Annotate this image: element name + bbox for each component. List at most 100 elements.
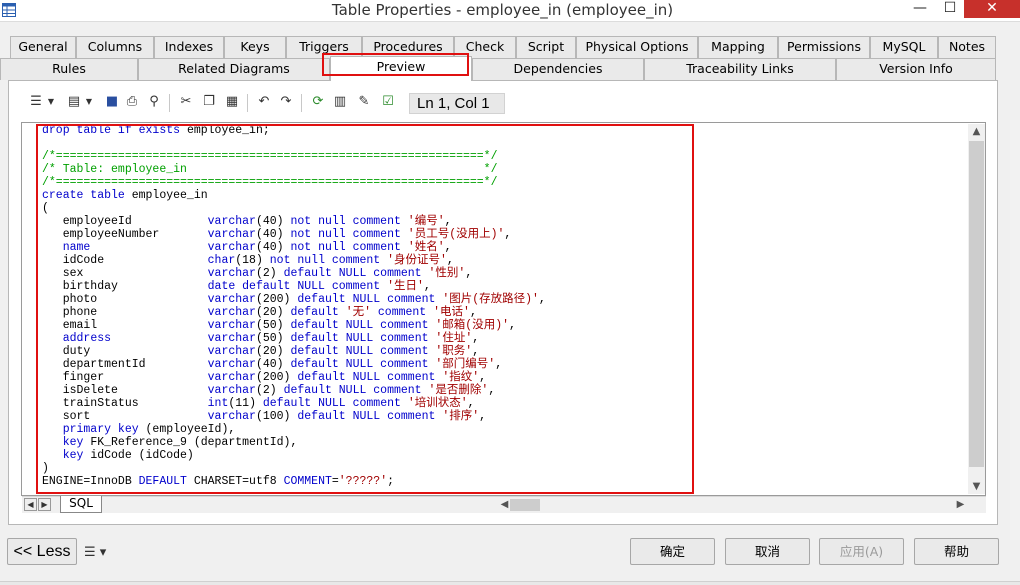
minimize-icon[interactable]: — [906,0,934,18]
code-token: (40) [255,215,291,228]
code-token: '邮箱(没用)' [435,319,510,332]
vertical-scrollbar[interactable]: ▲ ▼ [968,124,985,494]
horizontal-scroll-thumb[interactable] [510,499,540,511]
code-token: address [62,332,112,345]
tab-triggers[interactable]: Triggers [286,36,362,58]
code-token: create table [42,189,132,202]
find-icon[interactable]: ⚲ [145,93,163,111]
tab-mapping[interactable]: Mapping [698,36,778,58]
code-token: employee_in; [186,124,270,137]
code-token: not null comment [290,241,408,254]
scrollbar-thumb[interactable] [969,141,984,467]
code-token: varchar [207,410,256,423]
code-token: ) [42,462,49,475]
maximize-icon[interactable]: ☐ [936,0,964,18]
code-line: key FK_Reference_9 (departmentId), [42,436,962,449]
code-line: primary key (employeeId), [42,423,962,436]
code-token: , [509,319,516,332]
code-token: varchar [207,267,256,280]
code-token: (employeeId), [145,423,236,436]
view-icon[interactable]: ▥ [331,93,349,111]
help-button[interactable]: 帮助 [914,538,999,565]
sheet-next-icon[interactable]: ▶ [38,498,51,511]
ok-button[interactable]: 确定 [630,538,715,565]
check-icon[interactable]: ☑ [379,93,397,111]
code-token: , [488,384,496,397]
tab-keys[interactable]: Keys [224,36,286,58]
tab-dependencies[interactable]: Dependencies [472,58,644,80]
code-line: /*======================================… [42,150,962,163]
code-line: idCode char(18) not null comment '身份证号', [42,254,962,267]
code-token: employeeNumber [42,228,208,241]
tab-sql[interactable]: SQL [60,496,102,513]
tab-related-diagrams[interactable]: Related Diagrams [138,58,330,80]
cut-icon[interactable]: ✂ [177,93,195,111]
tab-permissions[interactable]: Permissions [778,36,870,58]
toolbar-separator [301,94,302,112]
copy-icon[interactable]: ❐ [200,93,218,111]
sheet-prev-icon[interactable]: ◀ [24,498,37,511]
code-token: FK_Reference_9 (departmentId), [90,436,298,449]
tab-indexes[interactable]: Indexes [154,36,224,58]
scroll-right-icon[interactable]: ▶ [952,499,969,510]
code-line: isDelete varchar(2) default NULL comment… [42,384,962,397]
code-token: '培训状态' [407,397,468,410]
tab-script[interactable]: Script [516,36,576,58]
code-token: varchar [207,241,256,254]
tab-traceability-links[interactable]: Traceability Links [644,58,836,80]
code-token: varchar [207,345,256,358]
tab-mysql[interactable]: MySQL [870,36,938,58]
undo-icon[interactable]: ↶ [255,93,273,111]
code-token: date default NULL comment [207,280,388,293]
sql-editor[interactable]: drop table if exists employee_in; /*=====… [42,124,962,490]
code-token: default NULL comment [297,371,443,384]
redo-icon[interactable]: ↷ [277,93,295,111]
tab-rules[interactable]: Rules [0,58,138,80]
tab-preview[interactable]: Preview [330,56,472,81]
tab-general[interactable]: General [10,36,76,58]
tab-columns[interactable]: Columns [76,36,154,58]
code-token: (40) [255,241,291,254]
code-token: , [504,228,512,241]
code-token: , [538,293,546,306]
scroll-down-icon[interactable]: ▼ [968,481,985,492]
less-button[interactable]: << Less [7,538,77,565]
code-token: departmentId [42,358,208,371]
tab-notes[interactable]: Notes [938,36,996,58]
code-token: (100) [255,410,298,423]
code-token: (200) [255,293,298,306]
cancel-button[interactable]: 取消 [725,538,810,565]
menu-dropdown-icon[interactable]: ☰ ▾ [84,543,118,563]
code-token: not null comment [269,254,388,267]
code-token: varchar [207,371,256,384]
code-token: '图片(存放路径)' [442,293,539,306]
code-token: , [495,358,503,371]
paste-icon[interactable]: ▦ [223,93,241,111]
code-token: , [444,215,452,228]
code-line: trainStatus int(11) default NULL comment… [42,397,962,410]
code-line: email varchar(50) default NULL comment '… [42,319,962,332]
code-token: '员工号(没用上)' [407,228,505,241]
toolbar-separator [169,94,170,112]
tab-version-info[interactable]: Version Info [836,58,996,80]
tab-procedures[interactable]: Procedures [362,36,454,58]
tab-check[interactable]: Check [454,36,516,58]
save-icon[interactable]: ■ [103,93,121,111]
code-token: (2) [255,384,284,397]
code-token: DEFAULT [138,475,194,488]
print-icon[interactable]: ⎙ [123,93,141,111]
refresh-icon[interactable]: ⟳ [309,93,327,111]
code-token: , [479,371,487,384]
edit-icon[interactable]: ✎ [355,93,373,111]
tab-physical-options[interactable]: Physical Options [576,36,698,58]
code-token: , [446,254,454,267]
code-line: ( [42,202,962,215]
code-token: isDelete [42,384,208,397]
chevron-down-icon[interactable]: ▼ [80,93,98,111]
apply-button[interactable]: 应用(A) [819,538,904,565]
chevron-down-icon[interactable]: ▼ [42,93,60,111]
close-icon[interactable]: ✕ [964,0,1020,18]
scroll-up-icon[interactable]: ▲ [968,126,985,137]
code-token: , [472,332,480,345]
